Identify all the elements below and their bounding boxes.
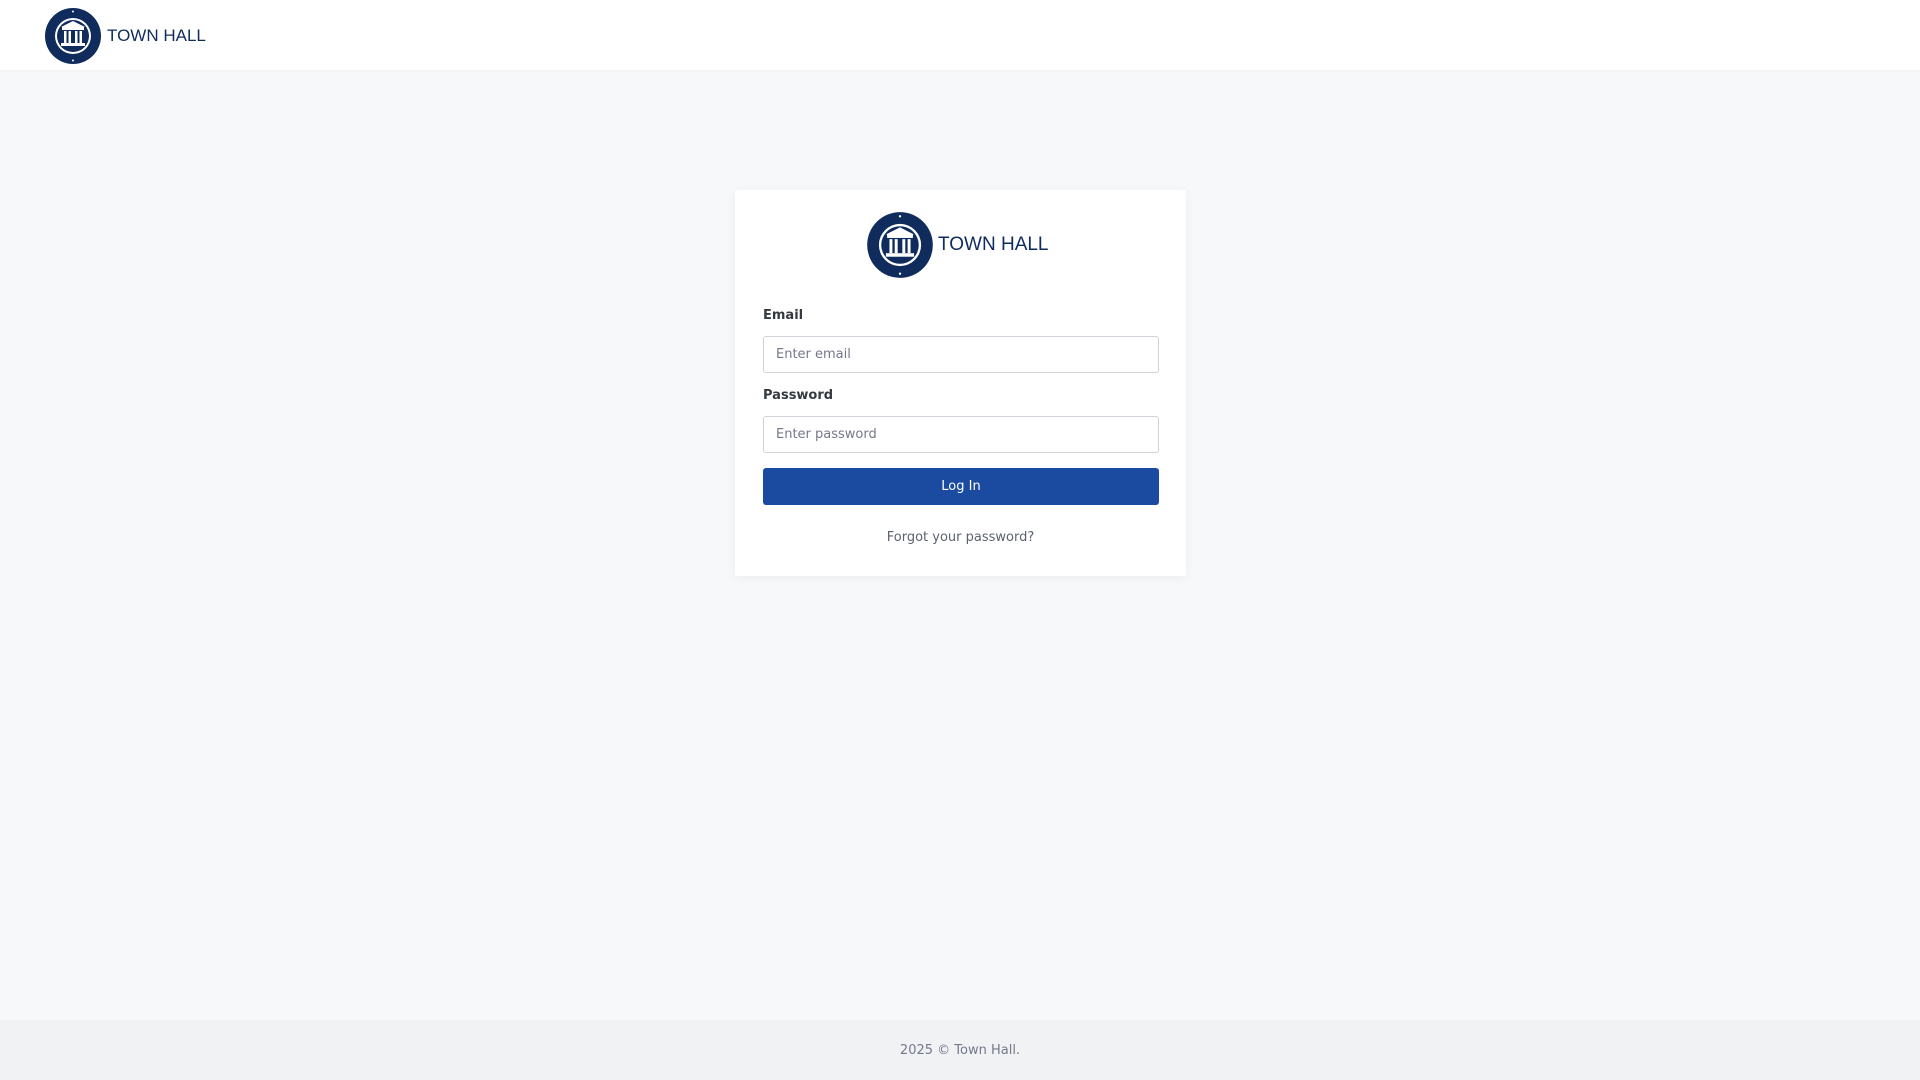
password-field[interactable]	[763, 416, 1159, 453]
footer-copyright: 2025 © Town Hall.	[899, 1042, 1021, 1058]
email-label: Email	[763, 308, 804, 323]
card-brand-name: TOWN HALL	[938, 234, 1049, 255]
forgot-password-link[interactable]: Forgot your password?	[735, 530, 1186, 545]
card-brand: TOWN HALL	[866, 211, 1049, 279]
town-hall-logo-icon	[45, 7, 101, 64]
header-brand-name: TOWN HALL	[107, 25, 206, 45]
email-field[interactable]	[763, 336, 1159, 373]
header-brand-link[interactable]: TOWN HALL	[44, 7, 206, 64]
password-label: Password	[763, 388, 834, 403]
footer: 2025 © Town Hall.	[0, 1020, 1920, 1080]
login-card: TOWN HALL Email Password Log In Forgot y…	[735, 190, 1186, 576]
log-in-button[interactable]: Log In	[763, 468, 1159, 505]
top-bar: TOWN HALL	[0, 0, 1920, 70]
town-hall-logo-icon	[867, 212, 933, 278]
